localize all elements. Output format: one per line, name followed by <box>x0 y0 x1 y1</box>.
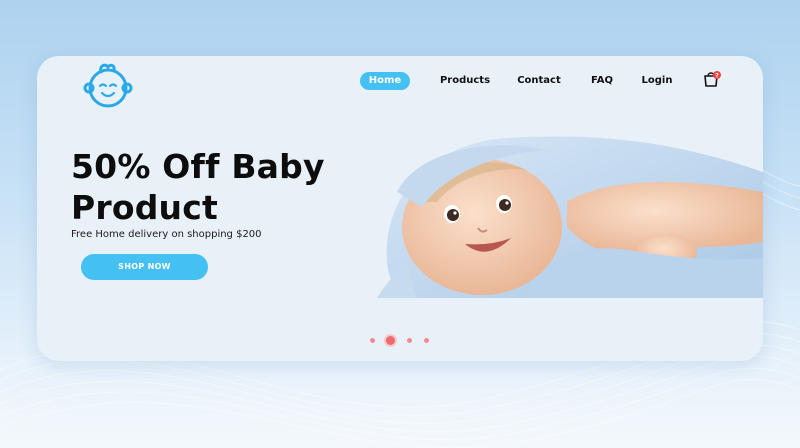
baby-photo <box>377 136 763 298</box>
hero-card: Home Products Contact FAQ Login ? 50% Of… <box>37 56 763 361</box>
carousel-dots <box>367 336 437 346</box>
hero-title: 50% Off Baby Product <box>71 146 391 228</box>
nav-home[interactable]: Home <box>360 72 410 90</box>
carousel-dot-active[interactable] <box>386 336 395 345</box>
main-nav: Home Products Contact FAQ Login <box>37 72 763 92</box>
carousel-dot[interactable] <box>424 338 429 343</box>
nav-contact[interactable]: Contact <box>515 72 563 90</box>
svg-text:?: ? <box>715 72 719 79</box>
hero-subtitle: Free Home delivery on shopping $200 <box>71 229 262 240</box>
hero-title-line-2: Product <box>71 188 218 227</box>
carousel-dot[interactable] <box>407 338 412 343</box>
shopping-bag-icon[interactable]: ? <box>702 70 722 88</box>
hero-title-line-1: 50% Off Baby <box>71 147 325 186</box>
shop-now-button[interactable]: SHOP NOW <box>81 254 208 280</box>
carousel-dot[interactable] <box>370 338 375 343</box>
nav-faq[interactable]: FAQ <box>588 72 616 90</box>
nav-login[interactable]: Login <box>639 72 675 90</box>
nav-products[interactable]: Products <box>437 72 493 90</box>
